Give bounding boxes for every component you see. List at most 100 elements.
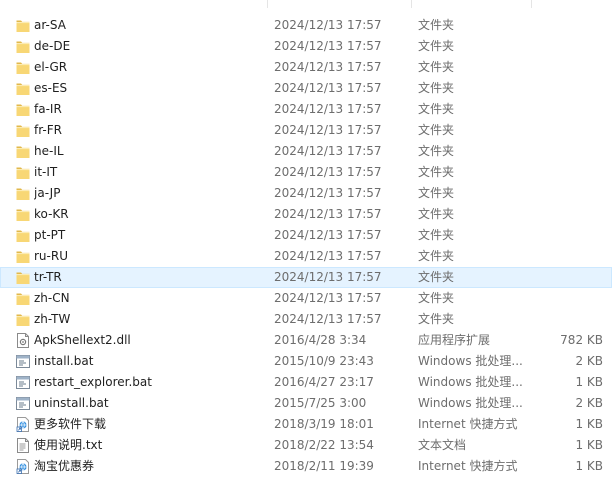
file-type: Windows 批处理...: [418, 354, 523, 368]
file-modified-date: 2018/2/22 13:54: [274, 438, 374, 452]
file-row[interactable]: 淘宝优惠券 2018/2/11 19:39 Internet 快捷方式 1 KB: [0, 456, 612, 477]
file-name: fr-FR: [34, 123, 62, 137]
file-modified-date: 2015/7/25 3:00: [274, 396, 367, 410]
file-row[interactable]: he-IL 2024/12/13 17:57 文件夹: [0, 141, 612, 162]
file-modified-date: 2024/12/13 17:57: [274, 249, 382, 263]
file-modified-date: 2016/4/28 3:34: [274, 333, 367, 347]
file-row[interactable]: restart_explorer.bat 2016/4/27 23:17 Windo…: [0, 372, 612, 393]
file-type: 文件夹: [418, 165, 455, 179]
file-modified-date: 2024/12/13 17:57: [274, 81, 382, 95]
file-row[interactable]: pt-PT 2024/12/13 17:57 文件夹: [0, 225, 612, 246]
file-type: Windows 批处理...: [418, 375, 523, 389]
file-row[interactable]: el-GR 2024/12/13 17:57 文件夹: [0, 57, 612, 78]
file-row[interactable]: tr-TR 2024/12/13 17:57 文件夹: [0, 267, 612, 288]
file-size: 782 KB: [560, 333, 603, 347]
file-modified-date: 2024/12/13 17:57: [274, 39, 382, 53]
file-size: 2 KB: [575, 396, 603, 410]
folder-icon: [16, 60, 30, 75]
file-type: 文件夹: [418, 18, 455, 32]
internet-shortcut-icon: [16, 459, 30, 474]
file-modified-date: 2024/12/13 17:57: [274, 291, 382, 305]
file-type: 文件夹: [418, 144, 455, 158]
file-type: 文件夹: [418, 249, 455, 263]
file-row[interactable]: es-ES 2024/12/13 17:57 文件夹: [0, 78, 612, 99]
text-file-icon: [16, 438, 30, 453]
folder-icon: [16, 144, 30, 159]
folder-icon: [16, 207, 30, 222]
file-size: 2 KB: [575, 354, 603, 368]
file-name: pt-PT: [34, 228, 66, 242]
batch-file-icon: [16, 396, 30, 411]
folder-icon: [16, 18, 30, 33]
file-name: ar-SA: [34, 18, 66, 32]
file-row[interactable]: it-IT 2024/12/13 17:57 文件夹: [0, 162, 612, 183]
file-modified-date: 2018/2/11 19:39: [274, 459, 374, 473]
file-name: ru-RU: [34, 249, 68, 263]
file-type: 文件夹: [418, 312, 455, 326]
column-divider[interactable]: [531, 0, 532, 8]
file-modified-date: 2024/12/13 17:57: [274, 207, 382, 221]
folder-icon: [16, 102, 30, 117]
column-divider[interactable]: [267, 0, 268, 8]
file-type: 文件夹: [418, 102, 455, 116]
column-divider[interactable]: [411, 0, 412, 8]
file-name: fa-IR: [34, 102, 62, 116]
folder-icon: [16, 165, 30, 180]
file-name: restart_explorer.bat: [34, 375, 152, 389]
file-modified-date: 2024/12/13 17:57: [274, 144, 382, 158]
file-row[interactable]: fr-FR 2024/12/13 17:57 文件夹: [0, 120, 612, 141]
file-row[interactable]: ko-KR 2024/12/13 17:57 文件夹: [0, 204, 612, 225]
file-name: el-GR: [34, 60, 68, 74]
file-name: de-DE: [34, 39, 71, 53]
file-row[interactable]: uninstall.bat 2015/7/25 3:00 Windows 批处理..…: [0, 393, 612, 414]
folder-icon: [16, 249, 30, 264]
folder-icon: [16, 312, 30, 327]
file-modified-date: 2024/12/13 17:57: [274, 312, 382, 326]
internet-shortcut-icon: [16, 417, 30, 432]
file-row[interactable]: ar-SA 2024/12/13 17:57 文件夹: [0, 15, 612, 36]
file-size: 1 KB: [575, 438, 603, 452]
file-row[interactable]: install.bat 2015/10/9 23:43 Windows 批处理...…: [0, 351, 612, 372]
file-type: 文件夹: [418, 270, 455, 284]
file-name: zh-CN: [34, 291, 70, 305]
dll-file-icon: [16, 333, 30, 348]
file-name: tr-TR: [34, 270, 62, 284]
file-size: 1 KB: [575, 375, 603, 389]
file-row[interactable]: zh-CN 2024/12/13 17:57 文件夹: [0, 288, 612, 309]
file-row[interactable]: ApkShellext2.dll 2016/4/28 3:34 应用程序扩展 782 …: [0, 330, 612, 351]
file-row[interactable]: ru-RU 2024/12/13 17:57 文件夹: [0, 246, 612, 267]
file-modified-date: 2024/12/13 17:57: [274, 60, 382, 74]
file-name: ko-KR: [34, 207, 69, 221]
file-row[interactable]: fa-IR 2024/12/13 17:57 文件夹: [0, 99, 612, 120]
file-modified-date: 2018/3/19 18:01: [274, 417, 374, 431]
file-name: he-IL: [34, 144, 64, 158]
file-name: ApkShellext2.dll: [34, 333, 131, 347]
file-row[interactable]: 更多软件下载 2018/3/19 18:01 Internet 快捷方式 1 KB: [0, 414, 612, 435]
column-header-strip[interactable]: [0, 0, 612, 8]
file-row[interactable]: ja-JP 2024/12/13 17:57 文件夹: [0, 183, 612, 204]
file-type: 文件夹: [418, 39, 455, 53]
folder-icon: [16, 81, 30, 96]
file-type: 文件夹: [418, 207, 455, 221]
file-row[interactable]: de-DE 2024/12/13 17:57 文件夹: [0, 36, 612, 57]
file-type: 文件夹: [418, 60, 455, 74]
file-type: Windows 批处理...: [418, 396, 523, 410]
file-modified-date: 2024/12/13 17:57: [274, 186, 382, 200]
file-type: Internet 快捷方式: [418, 459, 518, 473]
folder-icon: [16, 291, 30, 306]
batch-file-icon: [16, 354, 30, 369]
file-name: 淘宝优惠券: [34, 459, 95, 473]
file-type: 应用程序扩展: [418, 333, 491, 347]
file-size: 1 KB: [575, 459, 603, 473]
file-name: zh-TW: [34, 312, 71, 326]
file-modified-date: 2015/10/9 23:43: [274, 354, 374, 368]
file-row[interactable]: zh-TW 2024/12/13 17:57 文件夹: [0, 309, 612, 330]
folder-icon: [16, 228, 30, 243]
file-modified-date: 2024/12/13 17:57: [274, 228, 382, 242]
folder-icon: [16, 270, 30, 285]
file-size: 1 KB: [575, 417, 603, 431]
folder-icon: [16, 39, 30, 54]
file-modified-date: 2024/12/13 17:57: [274, 18, 382, 32]
file-modified-date: 2016/4/27 23:17: [274, 375, 374, 389]
file-row[interactable]: 使用说明.txt 2018/2/22 13:54 文本文档 1 KB: [0, 435, 612, 456]
